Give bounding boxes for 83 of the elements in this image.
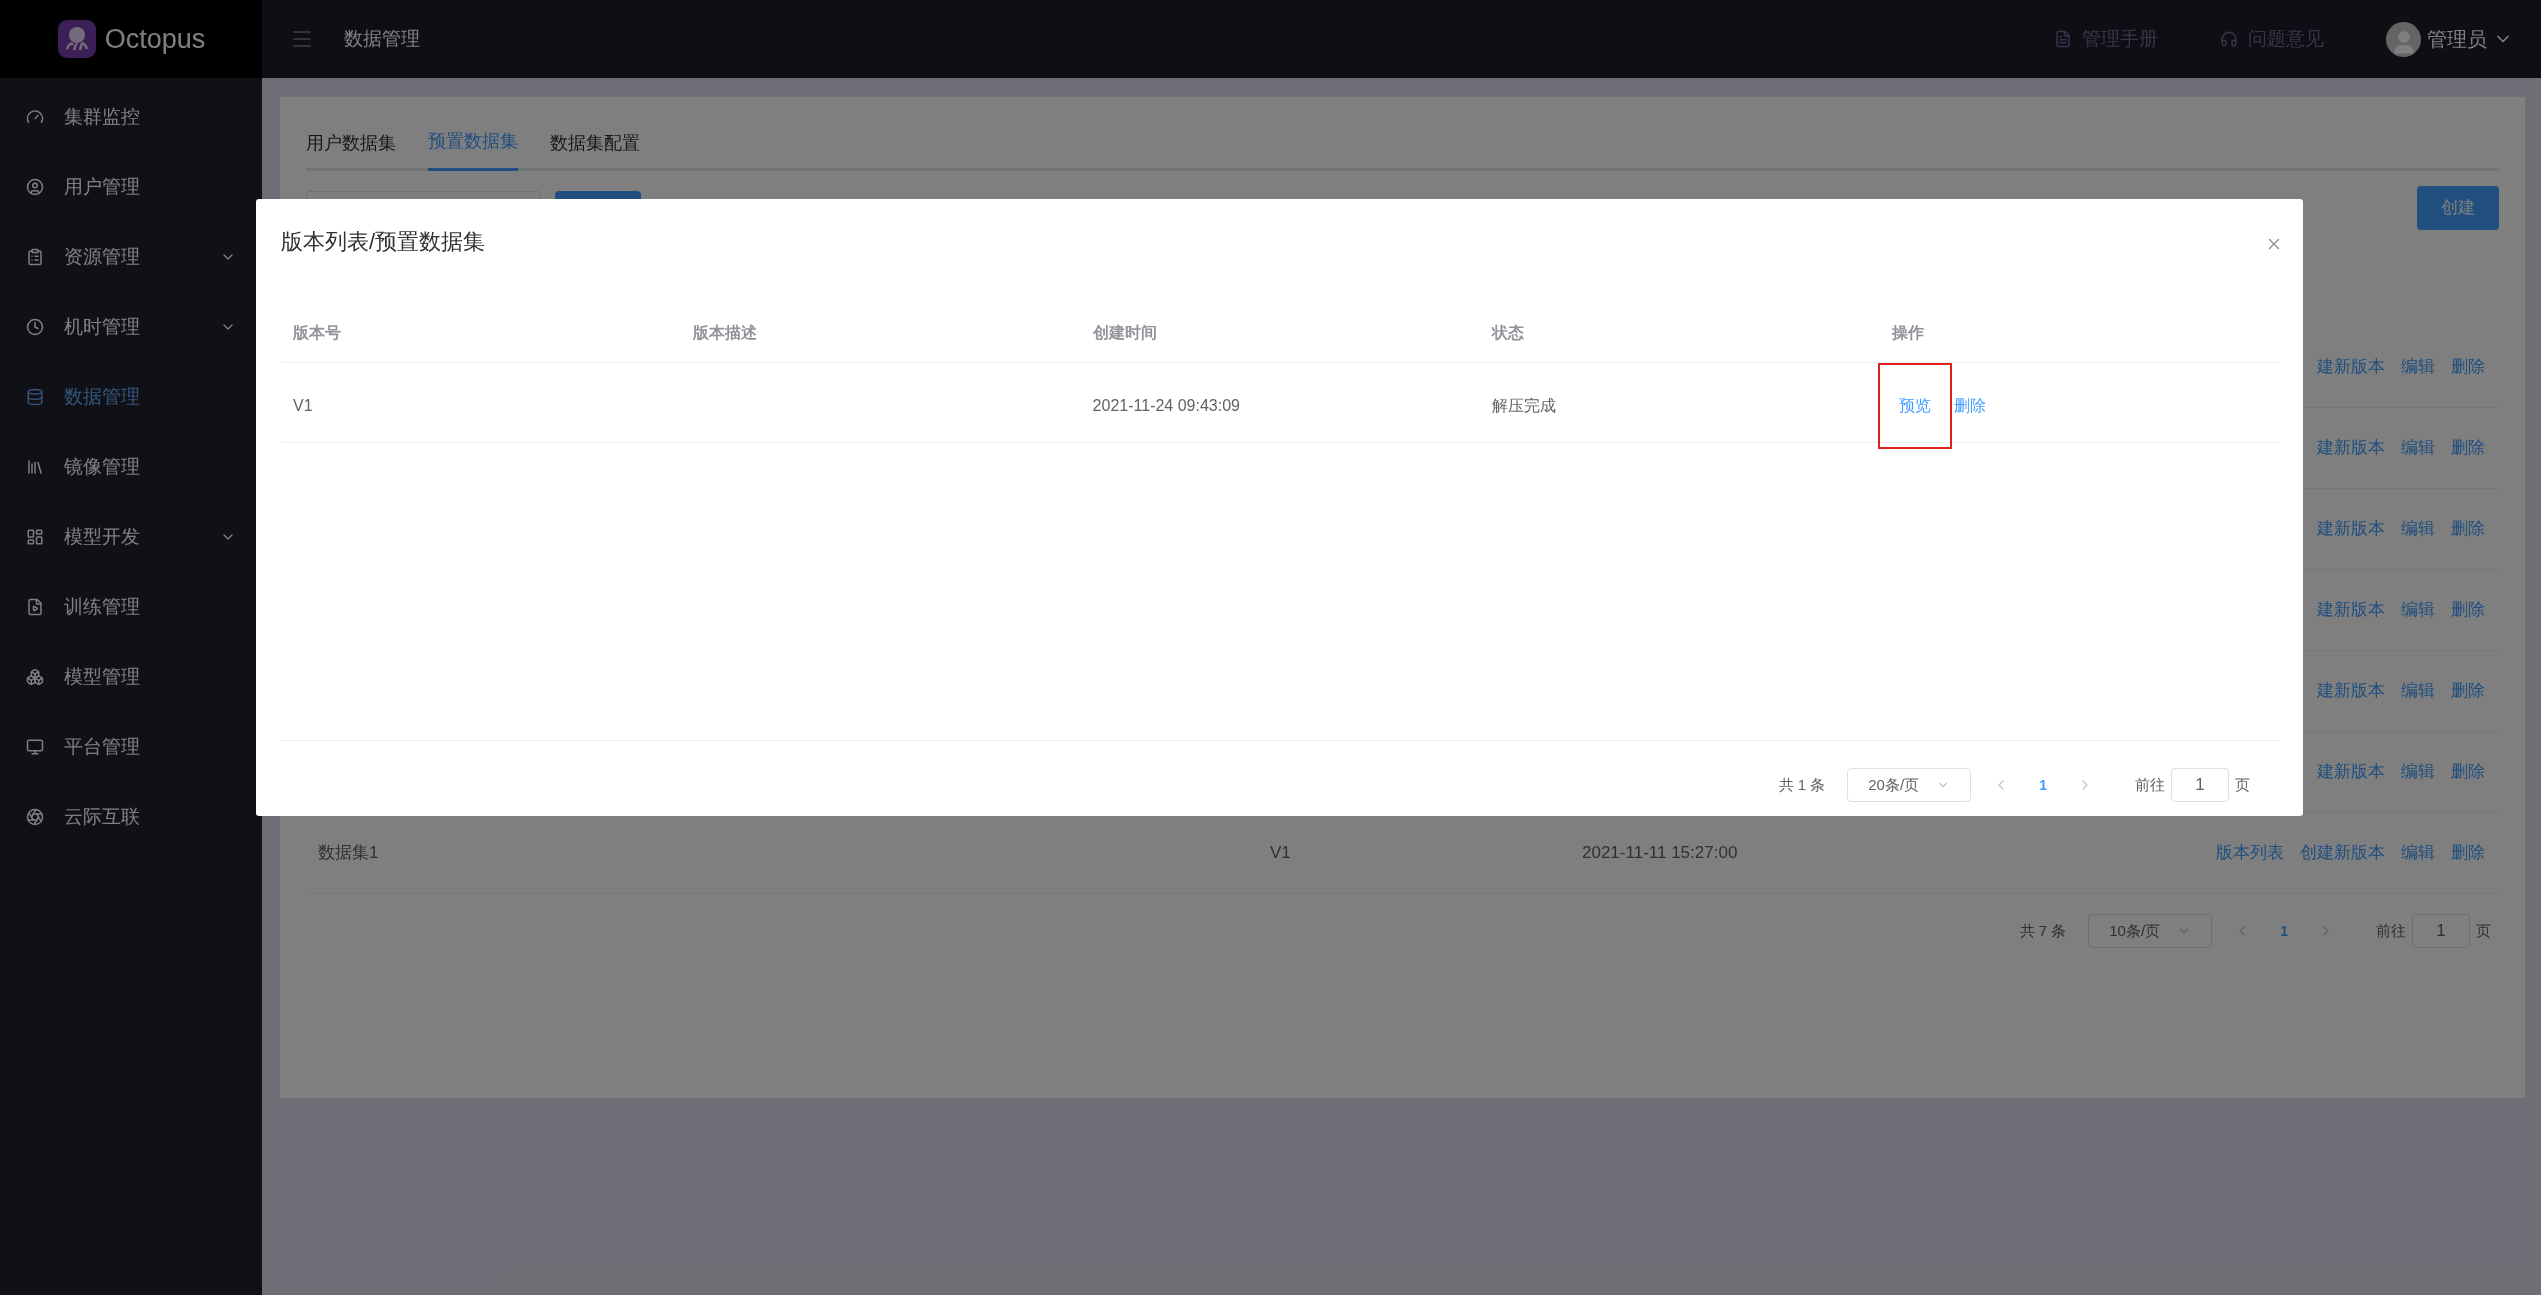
sidebar-item[interactable]: 模型管理 [0,642,262,712]
sidebar-item[interactable]: 训练管理 [0,572,262,642]
page-unit: 页 [2476,920,2491,941]
version-cell-text: V1 [1270,842,1292,865]
user-menu[interactable]: 管理员 [2386,21,2513,57]
page-unit: 页 [2235,774,2250,795]
action-link[interactable]: 删除 [2451,678,2485,704]
page-size-select[interactable]: 10条/页 [2088,914,2213,948]
action-link[interactable]: 编辑 [2401,516,2435,542]
sidebar-item[interactable]: 机时管理 [0,292,262,362]
headset-icon [2220,30,2238,48]
action-link[interactable]: 编辑 [2401,354,2435,380]
goto-label: 前往 [2376,920,2406,941]
sidebar-item[interactable]: 模型开发 [0,502,262,572]
database-icon [26,388,44,406]
total-count: 共 7 条 [2019,920,2067,941]
action-link[interactable]: 建新版本 [2317,435,2385,461]
page-size-select[interactable]: 20条/页 [1847,768,1972,802]
action-link[interactable]: 删除 [2451,597,2485,623]
action-link[interactable]: 编辑 [2401,759,2435,785]
video-file-icon [26,598,44,616]
goto-label: 前往 [2135,774,2165,795]
action-link[interactable]: 建新版本 [2317,759,2385,785]
column-header: 版本描述 [691,322,758,343]
total-count: 共 1 条 [1778,774,1826,795]
aperture-icon [26,808,44,826]
action-link[interactable]: 编辑 [2401,840,2435,866]
page-title: 数据管理 [344,26,420,51]
sidebar-item[interactable]: 平台管理 [0,712,262,782]
tab[interactable]: 预置数据集 [428,123,518,171]
page-number[interactable]: 1 [2280,920,2288,942]
avatar-icon [2386,21,2421,57]
user-circle-icon [26,178,44,196]
octopus-logo-icon [56,19,97,59]
document-icon [2054,30,2072,48]
monitor-icon [26,738,44,756]
action-link[interactable]: 编辑 [2401,597,2435,623]
action-link[interactable]: 删除 [2451,516,2485,542]
sidebar-item[interactable]: 镜像管理 [0,432,262,502]
page-jump-field[interactable]: 1 [2412,914,2470,948]
sidebar-item[interactable]: 用户管理 [0,152,262,222]
action-link[interactable]: 建新版本 [2317,516,2385,542]
action-link[interactable]: 删除 [2451,435,2485,461]
action-link[interactable]: 建新版本 [2317,597,2385,623]
column-header: 操作 [1890,322,1926,343]
create-button[interactable]: 创建 [2417,186,2499,230]
dialog-title: 版本列表/预置数据集 [281,228,486,256]
clipboard-icon [26,248,44,266]
sidebar-item[interactable]: 集群监控 [0,82,262,152]
sidebar-item[interactable]: 资源管理 [0,222,262,292]
page-number[interactable]: 1 [2039,774,2047,796]
action-link[interactable]: 建新版本 [2317,354,2385,380]
action-link[interactable]: 删除 [2451,354,2485,380]
action-link[interactable]: 删除 [1954,394,1987,418]
books-icon [26,458,44,476]
action-link[interactable]: 删除 [2451,840,2485,866]
action-link[interactable]: 建新版本 [2317,678,2385,704]
action-link[interactable]: 删除 [2451,759,2485,785]
clock-icon [26,318,44,336]
sidebar-item[interactable]: 云际互联 [0,782,262,852]
version-cell-text: V1 [292,396,314,416]
header-link[interactable]: 问题意见 [2220,24,2324,54]
tab[interactable]: 数据集配置 [550,123,640,171]
tab[interactable]: 用户数据集 [306,123,396,171]
gauge-icon [26,108,44,126]
action-link[interactable]: 版本列表 [2216,840,2284,866]
dashboard-icon [26,528,44,546]
status-cell: 解压完成 [1492,397,1557,414]
action-link[interactable]: 创建新版本 [2300,840,2385,866]
boxes-icon [26,668,44,686]
action-link[interactable]: 编辑 [2401,678,2435,704]
app-name: Octopus [104,22,206,56]
dataset-name: 数据集1 [318,842,380,865]
header-link[interactable]: 管理手册 [2054,24,2158,54]
created-time: 2021-11-24 09:43:09 [1092,397,1240,414]
preview-link[interactable]: 预览 [1899,394,1932,418]
column-header: 版本号 [292,322,342,343]
page-jump-field[interactable]: 1 [2171,768,2229,802]
column-header: 状态 [1490,322,1526,343]
created-time: 2021-11-11 15:27:00 [1582,842,1739,865]
action-link[interactable]: 编辑 [2401,435,2435,461]
column-header: 创建时间 [1091,322,1158,343]
sidebar-item[interactable]: 数据管理 [0,362,262,432]
